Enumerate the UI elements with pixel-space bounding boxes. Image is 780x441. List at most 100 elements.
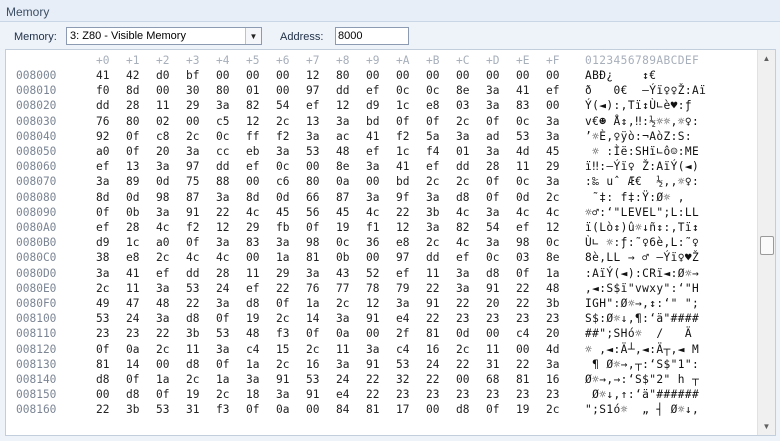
memory-byte[interactable]: 81 xyxy=(516,372,529,387)
memory-byte[interactable]: 45 xyxy=(546,144,559,159)
memory-byte[interactable]: 8d xyxy=(96,190,109,205)
memory-byte[interactable]: d9 xyxy=(366,98,379,113)
memory-byte[interactable]: 4c xyxy=(366,205,379,220)
row-ascii[interactable]: IGH":Ø☼→,↕:‘" "; xyxy=(585,296,699,311)
memory-byte[interactable]: 3a xyxy=(246,372,259,387)
memory-byte[interactable]: 53 xyxy=(516,129,529,144)
memory-byte[interactable]: 23 xyxy=(546,311,559,326)
memory-byte[interactable]: 2c xyxy=(276,357,289,372)
memory-byte[interactable]: 0f xyxy=(486,402,499,417)
memory-byte[interactable]: e8 xyxy=(396,235,409,250)
memory-byte[interactable]: 56 xyxy=(306,205,319,220)
memory-byte[interactable]: d8 xyxy=(246,296,259,311)
memory-byte[interactable]: 24 xyxy=(336,372,349,387)
memory-byte[interactable]: 00 xyxy=(306,159,319,174)
memory-byte[interactable]: 0f xyxy=(246,402,259,417)
memory-byte[interactable]: 3a xyxy=(456,281,469,296)
memory-byte[interactable]: 1a xyxy=(216,372,229,387)
memory-byte[interactable]: 0f xyxy=(276,296,289,311)
memory-byte[interactable]: 98 xyxy=(156,190,169,205)
memory-byte[interactable]: 0f xyxy=(306,326,319,341)
memory-byte[interactable]: 0c xyxy=(486,250,499,265)
row-ascii[interactable]: ˜‡: f‡:Ÿ:Ø☼ , xyxy=(585,190,685,205)
memory-byte[interactable]: ef xyxy=(246,281,259,296)
memory-byte[interactable]: 4d xyxy=(546,342,559,357)
memory-byte[interactable]: a0 xyxy=(96,144,109,159)
memory-byte[interactable]: 00 xyxy=(396,68,409,83)
memory-byte[interactable]: 0a xyxy=(336,326,349,341)
row-ascii[interactable]: ï‼:—Ýï♀ Ž:AïÝ(◄) xyxy=(585,159,699,174)
memory-byte[interactable]: 2c xyxy=(276,311,289,326)
memory-byte[interactable]: 24 xyxy=(426,357,439,372)
memory-byte[interactable]: ef xyxy=(246,159,259,174)
memory-byte[interactable]: 89 xyxy=(126,174,139,189)
memory-byte[interactable]: 3a xyxy=(486,83,499,98)
memory-byte[interactable]: fb xyxy=(276,220,289,235)
memory-byte[interactable]: 00 xyxy=(246,174,259,189)
memory-byte[interactable]: 0b xyxy=(126,205,139,220)
memory-byte[interactable]: 82 xyxy=(456,220,469,235)
scroll-thumb[interactable] xyxy=(760,236,774,255)
memory-byte[interactable]: ef xyxy=(156,266,169,281)
memory-byte[interactable]: 00 xyxy=(366,68,379,83)
memory-byte[interactable]: 00 xyxy=(456,68,469,83)
memory-byte[interactable]: 11 xyxy=(336,342,349,357)
row-ascii[interactable]: ";S1ó☼ „ ┤ Ø☼↓, xyxy=(585,402,699,417)
row-ascii[interactable]: ☼ ,◄:Ä┴,◄:Ä┬,◄ M xyxy=(585,342,699,357)
memory-byte[interactable]: 3a xyxy=(276,387,289,402)
memory-byte[interactable]: 29 xyxy=(246,220,259,235)
memory-byte[interactable]: 23 xyxy=(486,387,499,402)
memory-byte[interactable]: 0d xyxy=(516,190,529,205)
memory-byte[interactable]: 0f xyxy=(486,114,499,129)
memory-byte[interactable]: d8 xyxy=(96,372,109,387)
memory-byte[interactable]: 3a xyxy=(156,205,169,220)
memory-byte[interactable]: 0c xyxy=(396,83,409,98)
memory-byte[interactable]: 3a xyxy=(216,190,229,205)
memory-byte[interactable]: 0c xyxy=(546,235,559,250)
memory-byte[interactable]: 3a xyxy=(156,281,169,296)
memory-byte[interactable]: 00 xyxy=(426,402,439,417)
memory-byte[interactable]: 3a xyxy=(336,311,349,326)
memory-byte[interactable]: 19 xyxy=(186,387,199,402)
memory-byte[interactable]: 0d xyxy=(156,174,169,189)
memory-byte[interactable]: 0d xyxy=(456,326,469,341)
memory-byte[interactable]: 19 xyxy=(246,311,259,326)
memory-byte[interactable]: 31 xyxy=(486,357,499,372)
memory-byte[interactable]: 3a xyxy=(486,205,499,220)
memory-byte[interactable]: 97 xyxy=(396,250,409,265)
memory-byte[interactable]: bd xyxy=(396,174,409,189)
row-ascii[interactable]: ##";SHó☼ / Ä xyxy=(585,326,699,341)
memory-byte[interactable]: 2c xyxy=(186,372,199,387)
memory-byte[interactable]: 2c xyxy=(156,250,169,265)
memory-byte[interactable]: 0f xyxy=(126,372,139,387)
memory-byte[interactable]: 22 xyxy=(516,281,529,296)
memory-byte[interactable]: c8 xyxy=(156,129,169,144)
memory-byte[interactable]: 2c xyxy=(456,342,469,357)
row-ascii[interactable]: ☼♂:‘"LEVEL";L:LL xyxy=(585,205,699,220)
memory-byte[interactable]: 12 xyxy=(366,296,379,311)
memory-byte[interactable]: 22 xyxy=(396,205,409,220)
memory-byte[interactable]: 14 xyxy=(306,311,319,326)
memory-byte[interactable]: 20 xyxy=(486,296,499,311)
scroll-up-icon[interactable]: ▲ xyxy=(758,50,775,67)
memory-byte[interactable]: d9 xyxy=(96,235,109,250)
memory-byte[interactable]: ef xyxy=(306,98,319,113)
memory-byte[interactable]: ef xyxy=(546,83,559,98)
memory-byte[interactable]: 11 xyxy=(156,98,169,113)
memory-byte[interactable]: 3a xyxy=(366,190,379,205)
memory-byte[interactable]: a0 xyxy=(156,235,169,250)
row-ascii[interactable]: v€☻ Å↕,‼:½☼☼,☼♀: xyxy=(585,114,699,129)
memory-byte[interactable]: 78 xyxy=(366,281,379,296)
memory-byte[interactable]: 3a xyxy=(306,129,319,144)
memory-byte[interactable]: 80 xyxy=(306,174,319,189)
memory-byte[interactable]: 3a xyxy=(216,98,229,113)
memory-byte[interactable]: 1c xyxy=(396,98,409,113)
memory-byte[interactable]: 3b xyxy=(546,296,559,311)
memory-byte[interactable]: 91 xyxy=(366,357,379,372)
memory-byte[interactable]: 22 xyxy=(456,357,469,372)
memory-byte[interactable]: 4c xyxy=(516,205,529,220)
memory-byte[interactable]: 2c xyxy=(186,129,199,144)
memory-byte[interactable]: 8d xyxy=(246,190,259,205)
memory-byte[interactable]: 3a xyxy=(156,311,169,326)
memory-byte[interactable]: 3b xyxy=(426,205,439,220)
